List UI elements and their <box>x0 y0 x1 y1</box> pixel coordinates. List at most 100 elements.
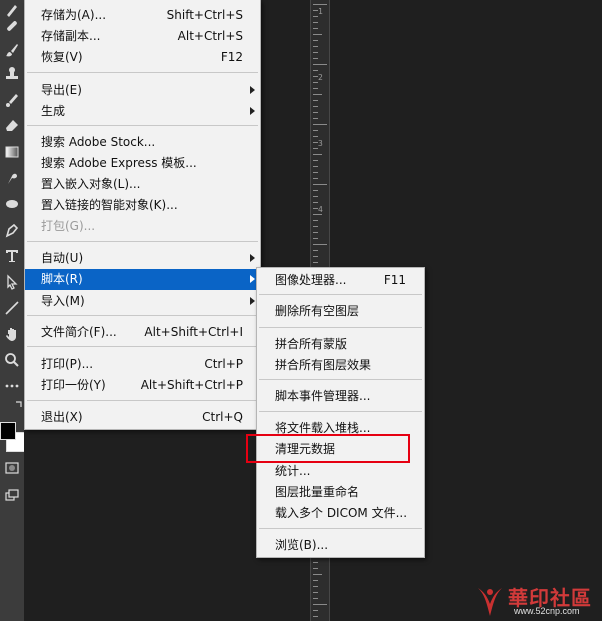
watermark-logo: 華印社區 www.52cnp.com <box>470 578 602 621</box>
ruler-tick <box>313 94 322 95</box>
file-info-item[interactable]: 文件简介(F)... Alt+Shift+Ctrl+I <box>25 322 260 343</box>
menu-item-label: 退出(X) <box>41 410 83 424</box>
delete-empty-layers-item[interactable]: 删除所有空图层 <box>257 301 424 322</box>
dodge-icon[interactable] <box>2 194 22 214</box>
scripts-item[interactable]: 脚本(R) <box>25 269 260 290</box>
menu-item-shortcut: F11 <box>383 273 406 287</box>
screen-mode-icon[interactable] <box>2 485 22 505</box>
ruler-label: 2 <box>318 73 323 82</box>
quick-mask-icon[interactable] <box>2 458 22 478</box>
ruler-tick <box>313 70 318 71</box>
browse-item[interactable]: 浏览(B)... <box>257 535 424 556</box>
submenu-arrow-icon <box>250 86 255 94</box>
menu-item-shortcut: Alt+Ctrl+S <box>177 29 243 43</box>
ruler-tick <box>313 124 327 125</box>
menu-item-label: 自动(U) <box>41 251 84 265</box>
automate-item[interactable]: 自动(U) <box>25 248 260 269</box>
statistics-item[interactable]: 统计... <box>257 461 424 482</box>
flatten-masks-item[interactable]: 拼合所有蒙版 <box>257 334 424 355</box>
smudge-icon[interactable] <box>2 168 22 188</box>
ruler-tick <box>313 112 318 113</box>
menu-separator <box>27 400 258 401</box>
watermark-emblem-icon <box>478 588 502 616</box>
ruler-label: 4 <box>318 205 323 214</box>
image-processor-item[interactable]: 图像处理器... F11 <box>257 270 424 291</box>
save-as-item[interactable]: 存储为(A)... Shift+Ctrl+S <box>25 5 260 26</box>
script-events-manager-item[interactable]: 脚本事件管理器... <box>257 386 424 407</box>
menu-item-label: 图像处理器... <box>275 273 347 287</box>
menu-item-shortcut: Shift+Ctrl+S <box>166 8 243 22</box>
menu-item-shortcut: Alt+Shift+Ctrl+I <box>144 325 243 339</box>
submenu-arrow-icon <box>250 297 255 305</box>
zoom-icon[interactable] <box>2 350 22 370</box>
revert-item[interactable]: 恢复(V) F12 <box>25 47 260 68</box>
menu-item-label: 删除所有空图层 <box>275 304 360 318</box>
path-select-icon[interactable] <box>2 272 22 292</box>
import-item[interactable]: 导入(M) <box>25 291 260 312</box>
save-copy-item[interactable]: 存储副本... Alt+Ctrl+S <box>25 26 260 47</box>
place-embedded-item[interactable]: 置入嵌入对象(L)... <box>25 174 260 195</box>
menu-item-label: 打印一份(Y) <box>41 378 106 392</box>
ruler-tick <box>313 232 318 233</box>
ruler-tick <box>313 592 318 593</box>
ruler-tick <box>313 202 318 203</box>
submenu-arrow-icon <box>250 107 255 115</box>
menu-item-label: 导出(E) <box>41 83 82 97</box>
eraser-icon[interactable] <box>2 116 22 136</box>
search-adobe-express-item[interactable]: 搜索 Adobe Express 模板... <box>25 153 260 174</box>
history-brush-icon[interactable] <box>2 90 22 110</box>
ruler-tick <box>313 118 318 119</box>
batch-rename-layers-item[interactable]: 图层批量重命名 <box>257 482 424 503</box>
menu-item-label: 图层批量重命名 <box>275 485 360 499</box>
gradient-icon[interactable] <box>2 142 22 162</box>
swap-colors-icon[interactable] <box>14 400 24 414</box>
export-item[interactable]: 导出(E) <box>25 80 260 101</box>
print-one-copy-item[interactable]: 打印一份(Y) Alt+Shift+Ctrl+P <box>25 375 260 396</box>
submenu-arrow-icon <box>250 254 255 262</box>
search-adobe-stock-item[interactable]: 搜索 Adobe Stock... <box>25 132 260 153</box>
brush-icon[interactable] <box>2 40 22 60</box>
menu-item-label: 拼合所有蒙版 <box>275 337 348 351</box>
package-item[interactable]: 打包(G)... <box>25 216 260 237</box>
ruler-tick <box>313 40 318 41</box>
menu-separator <box>27 241 258 242</box>
ruler-tick <box>313 58 318 59</box>
menu-separator <box>27 125 258 126</box>
annotation-highlight-box <box>246 434 410 463</box>
menu-separator <box>27 72 258 73</box>
menu-item-label: 生成 <box>41 104 66 118</box>
foreground-color-swatch[interactable] <box>0 422 16 440</box>
exit-item[interactable]: 退出(X) Ctrl+Q <box>25 407 260 428</box>
ruler-label: 3 <box>318 139 323 148</box>
watermark-url: www.52cnp.com <box>514 606 580 616</box>
ruler-tick <box>313 568 318 569</box>
ruler-tick <box>313 250 318 251</box>
print-item[interactable]: 打印(P)... Ctrl+P <box>25 354 260 375</box>
load-dicom-files-item[interactable]: 载入多个 DICOM 文件... <box>257 503 424 524</box>
stamp-icon[interactable] <box>2 64 22 84</box>
menu-item-label: 脚本事件管理器... <box>275 389 371 403</box>
ruler-tick <box>313 64 327 65</box>
ruler-tick <box>313 562 318 563</box>
ruler-tick <box>313 598 318 599</box>
type-icon[interactable] <box>2 246 22 266</box>
spot-heal-icon[interactable] <box>2 16 22 36</box>
ruler-tick <box>313 4 327 5</box>
ruler-tick <box>313 100 318 101</box>
ruler-tick <box>313 160 318 161</box>
menu-item-label: 浏览(B)... <box>275 538 329 552</box>
pen-icon[interactable] <box>2 220 22 240</box>
menu-separator <box>259 411 422 412</box>
place-linked-item[interactable]: 置入链接的智能对象(K)... <box>25 195 260 216</box>
more-icon[interactable] <box>2 376 22 396</box>
menu-separator <box>259 379 422 380</box>
ruler-tick <box>313 238 318 239</box>
hand-icon[interactable] <box>2 324 22 344</box>
flatten-layer-effects-item[interactable]: 拼合所有图层效果 <box>257 355 424 376</box>
ruler-tick <box>313 28 318 29</box>
menu-item-label: 存储副本... <box>41 29 101 43</box>
generate-item[interactable]: 生成 <box>25 101 260 122</box>
menu-item-label: 搜索 Adobe Stock... <box>41 135 156 149</box>
menu-separator <box>27 346 258 347</box>
line-icon[interactable] <box>2 298 22 318</box>
